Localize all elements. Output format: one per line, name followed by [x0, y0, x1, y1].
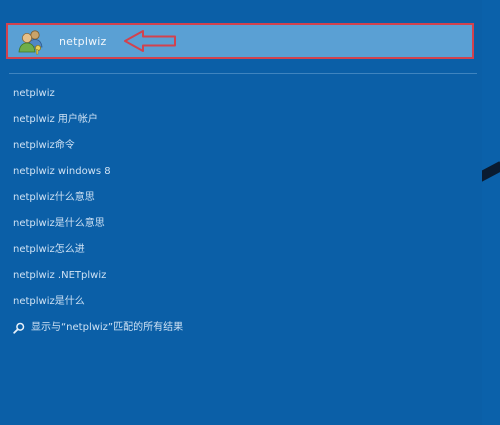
suggestion-item[interactable]: netplwiz命令	[13, 139, 183, 165]
best-match-result[interactable]: netplwiz	[6, 23, 474, 59]
show-all-results-link[interactable]: 显示与“netplwiz”匹配的所有结果	[13, 321, 183, 347]
results-divider	[9, 73, 477, 74]
users-icon	[17, 27, 45, 55]
show-all-results-label: 显示与“netplwiz”匹配的所有结果	[31, 322, 184, 333]
desktop-edge	[482, 0, 500, 425]
red-arrow-annotation-icon	[123, 29, 179, 53]
suggestion-item[interactable]: netplwiz .NETplwiz	[13, 269, 183, 295]
suggestion-list: netplwiz netplwiz 用户帐户 netplwiz命令 netplw…	[13, 87, 183, 347]
start-menu-search-screen: netplwiz netplwiz netplwiz 用户帐户 netplwiz…	[0, 0, 500, 425]
suggestion-item[interactable]: netplwiz怎么进	[13, 243, 183, 269]
suggestion-item[interactable]: netplwiz是什么意思	[13, 217, 183, 243]
search-icon	[13, 322, 25, 334]
suggestion-item[interactable]: netplwiz什么意思	[13, 191, 183, 217]
suggestion-item[interactable]: netplwiz windows 8	[13, 165, 183, 191]
search-results-panel: netplwiz netplwiz netplwiz 用户帐户 netplwiz…	[0, 0, 482, 425]
best-match-label: netplwiz	[59, 34, 107, 48]
suggestion-item[interactable]: netplwiz是什么	[13, 295, 183, 321]
suggestion-item[interactable]: netplwiz 用户帐户	[13, 113, 183, 139]
suggestion-item[interactable]: netplwiz	[13, 87, 183, 113]
